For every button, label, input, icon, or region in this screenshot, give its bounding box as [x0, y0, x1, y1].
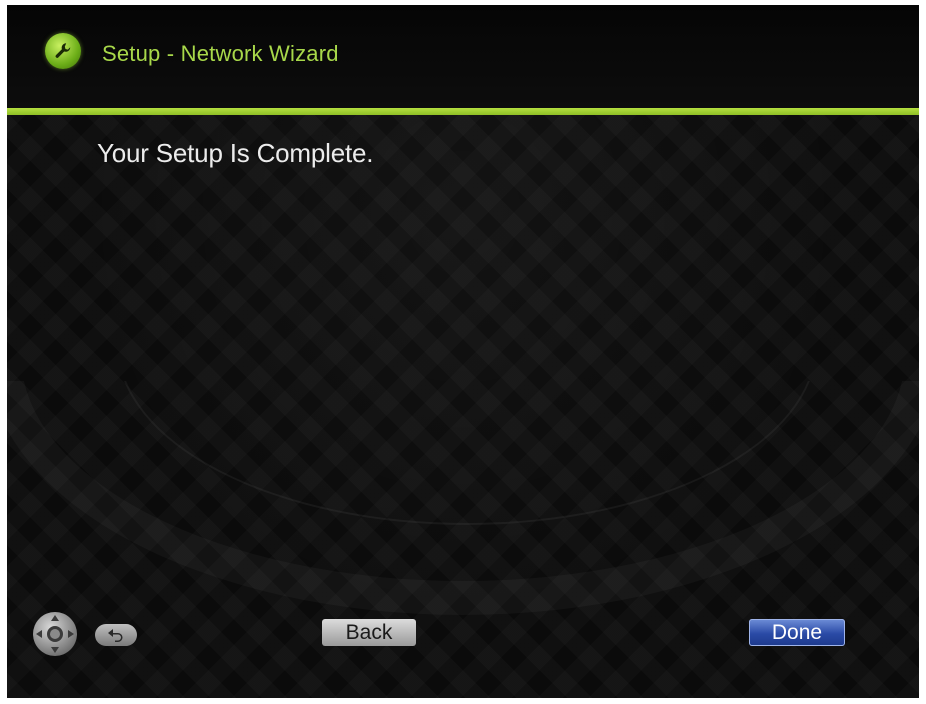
status-message: Your Setup Is Complete. — [97, 138, 374, 168]
background-arc — [7, 381, 919, 615]
tv-screen: Setup - Network Wizard Your Setup Is Com… — [7, 5, 919, 698]
back-button[interactable]: Back — [322, 619, 416, 646]
header-divider — [7, 108, 919, 115]
done-button[interactable]: Done — [749, 619, 845, 646]
page-title: Setup - Network Wizard — [102, 41, 339, 66]
return-arrow-icon — [95, 624, 137, 646]
header-bar: Setup - Network Wizard — [7, 5, 919, 108]
remote-dpad-icon — [31, 610, 79, 658]
wrench-icon — [45, 33, 81, 69]
background-arc-inner — [117, 381, 817, 525]
